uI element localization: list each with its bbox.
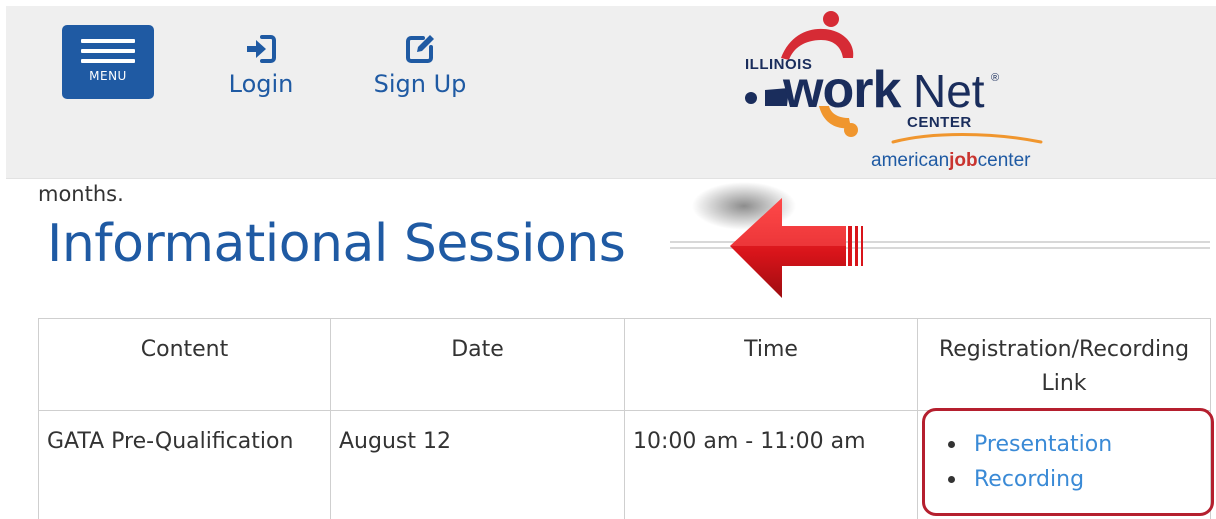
login-link[interactable]: Login	[226, 32, 296, 98]
logo-registered-mark: ®	[991, 72, 1000, 84]
sign-up-link[interactable]: Sign Up	[372, 32, 468, 98]
table-row: GATA Pre-Qualification August 12 10:00 a…	[38, 410, 1211, 519]
link-list: Presentation Recording	[926, 427, 1202, 497]
header-time: Time	[624, 318, 918, 411]
section-title: Informational Sessions	[47, 214, 626, 274]
cell-time: 10:00 am - 11:00 am	[624, 410, 918, 519]
header-date: Date	[330, 318, 625, 411]
edit-icon	[406, 35, 434, 63]
list-item: Recording	[948, 462, 1202, 497]
illinois-worknet-logo[interactable]: ILLINOIS work Net ® CENTER americanjobce…	[731, 10, 1071, 176]
informational-sessions-table: Content Date Time Registration/Recording…	[38, 318, 1211, 519]
text-fragment: months.	[38, 182, 124, 206]
menu-label: MENU	[89, 69, 127, 83]
logo-center-text: CENTER	[907, 114, 972, 131]
list-item: Presentation	[948, 427, 1202, 462]
cell-content: GATA Pre-Qualification	[38, 410, 331, 519]
menu-button[interactable]: MENU	[62, 25, 154, 99]
ajc-american: american	[871, 150, 950, 171]
sign-up-label: Sign Up	[373, 70, 467, 98]
sign-in-icon	[247, 35, 276, 63]
site-header: MENU Login Sign Up ILLINOIS work Net ® C…	[6, 6, 1216, 179]
header-registration-link: Registration/Recording Link	[917, 318, 1211, 411]
ajc-center: center	[977, 150, 1031, 171]
red-arrow-annotation-icon	[692, 182, 863, 298]
american-job-center-text: americanjobcenter	[871, 150, 1030, 172]
presentation-link[interactable]: Presentation	[974, 432, 1112, 457]
cell-links: Presentation Recording	[917, 410, 1211, 519]
login-label: Login	[228, 70, 294, 98]
ajc-job: job	[949, 150, 978, 171]
logo-work-text: work	[783, 61, 901, 119]
page: MENU Login Sign Up ILLINOIS work Net ® C…	[0, 0, 1216, 519]
table-header-row: Content Date Time Registration/Recording…	[38, 318, 1211, 411]
hamburger-icon	[81, 39, 135, 65]
recording-link[interactable]: Recording	[974, 467, 1084, 492]
cell-date: August 12	[330, 410, 625, 519]
header-content: Content	[38, 318, 331, 411]
logo-net-text: Net	[913, 65, 985, 117]
